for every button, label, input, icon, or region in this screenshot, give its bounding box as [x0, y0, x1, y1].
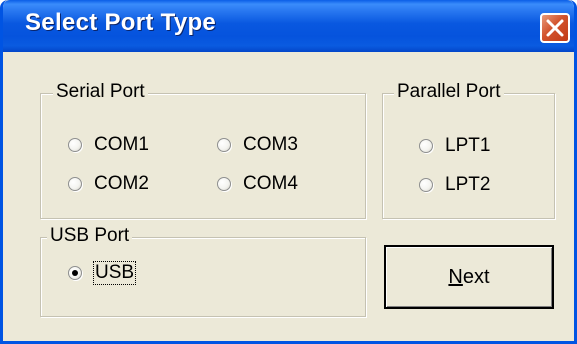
dialog-window: Select Port Type Serial Port COM1 COM3 C… [0, 0, 577, 344]
next-button-mnemonic: N [448, 265, 463, 288]
radio-button-lpt2[interactable] [419, 178, 433, 192]
radio-lpt1[interactable]: LPT1 [419, 134, 490, 158]
next-button-label: ext [462, 265, 490, 288]
title-bar[interactable]: Select Port Type [3, 0, 574, 52]
radio-usb[interactable]: USB [68, 261, 137, 285]
radio-com3[interactable]: COM3 [217, 133, 298, 157]
radio-label-com1[interactable]: COM1 [94, 134, 149, 156]
radio-label-lpt2[interactable]: LPT2 [445, 174, 490, 196]
radio-label-com2[interactable]: COM2 [94, 173, 149, 195]
radio-button-com1[interactable] [68, 138, 82, 152]
next-button[interactable]: Next [384, 245, 554, 309]
radio-label-usb[interactable]: USB [92, 261, 137, 285]
radio-label-com4[interactable]: COM4 [243, 173, 298, 195]
parallel-port-legend: Parallel Port [394, 81, 504, 103]
radio-button-com4[interactable] [217, 177, 231, 191]
radio-com2[interactable]: COM2 [68, 172, 149, 196]
serial-port-legend: Serial Port [53, 81, 148, 103]
parallel-port-group: Parallel Port LPT1 LPT2 [382, 81, 555, 219]
usb-port-group: USB Port USB [40, 225, 366, 317]
radio-button-com2[interactable] [68, 177, 82, 191]
close-icon [546, 19, 564, 37]
radio-label-lpt1[interactable]: LPT1 [445, 135, 490, 157]
window-title: Select Port Type [25, 9, 217, 36]
close-button[interactable] [540, 13, 570, 43]
serial-port-group: Serial Port COM1 COM3 COM2 COM4 [40, 81, 366, 219]
usb-port-legend: USB Port [47, 225, 133, 247]
radio-button-usb[interactable] [68, 266, 82, 280]
radio-button-lpt1[interactable] [419, 139, 433, 153]
radio-com1[interactable]: COM1 [68, 133, 149, 157]
radio-com4[interactable]: COM4 [217, 172, 298, 196]
radio-lpt2[interactable]: LPT2 [419, 173, 490, 197]
radio-button-com3[interactable] [217, 138, 231, 152]
radio-label-com3[interactable]: COM3 [243, 134, 298, 156]
